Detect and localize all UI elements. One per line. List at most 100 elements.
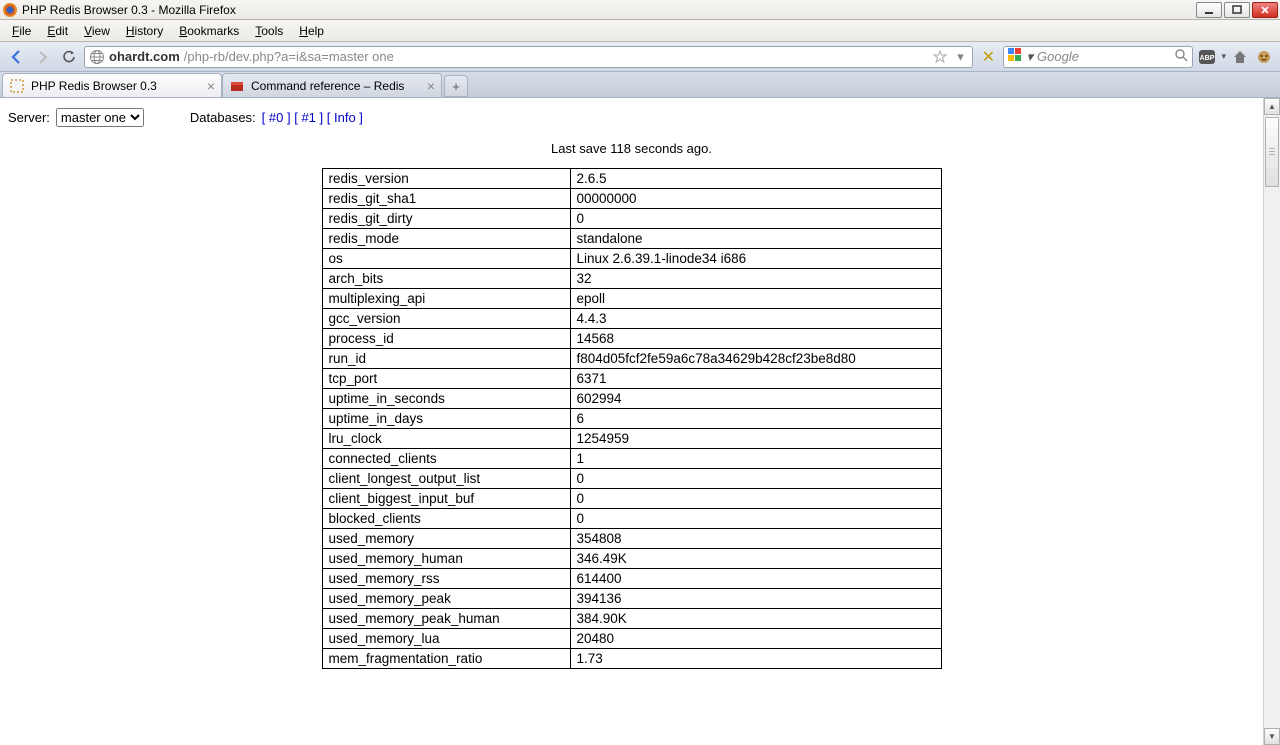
search-bar[interactable]: ▾ Google — [1003, 46, 1193, 68]
svg-text:ABP: ABP — [1200, 55, 1215, 62]
info-value: 0 — [570, 209, 941, 229]
table-row: redis_git_sha100000000 — [322, 189, 941, 209]
menu-history[interactable]: History — [118, 22, 171, 40]
info-key: client_longest_output_list — [322, 469, 570, 489]
table-row: process_id14568 — [322, 329, 941, 349]
info-key: used_memory_peak — [322, 589, 570, 609]
abp-dropdown-icon[interactable]: ▾ — [1221, 51, 1226, 62]
app-controls: Server: master one Databases: [ #0 ] [ #… — [8, 102, 1255, 137]
info-value: 20480 — [570, 629, 941, 649]
favicon-icon — [229, 78, 245, 94]
info-value: 602994 — [570, 389, 941, 409]
info-value: standalone — [570, 229, 941, 249]
db-link-2[interactable]: [ Info ] — [327, 110, 363, 125]
info-value: 6 — [570, 409, 941, 429]
info-key: mem_fragmentation_ratio — [322, 649, 570, 669]
info-value: 4.4.3 — [570, 309, 941, 329]
tab-close-icon[interactable]: × — [207, 78, 215, 94]
info-value: 00000000 — [570, 189, 941, 209]
info-key: used_memory — [322, 529, 570, 549]
info-value: 354808 — [570, 529, 941, 549]
info-value: 1254959 — [570, 429, 941, 449]
table-row: client_longest_output_list0 — [322, 469, 941, 489]
last-save-text: Last save 118 seconds ago. — [8, 141, 1255, 156]
info-key: os — [322, 249, 570, 269]
globe-icon — [89, 49, 105, 65]
close-button[interactable] — [1252, 2, 1278, 18]
info-key: redis_mode — [322, 229, 570, 249]
table-row: uptime_in_days6 — [322, 409, 941, 429]
vertical-scrollbar[interactable]: ▲ ▼ — [1263, 98, 1280, 745]
db-link-1[interactable]: [ #1 ] — [294, 110, 323, 125]
databases-label: Databases: — [190, 110, 256, 125]
info-key: run_id — [322, 349, 570, 369]
reload-button[interactable] — [58, 46, 80, 68]
search-icon[interactable] — [1175, 49, 1188, 65]
search-dropdown-icon[interactable]: ▾ — [1026, 49, 1033, 65]
tab-0[interactable]: PHP Redis Browser 0.3 × — [2, 73, 222, 97]
back-button[interactable] — [6, 46, 28, 68]
abp-icon[interactable]: ABP — [1197, 47, 1217, 67]
table-row: gcc_version4.4.3 — [322, 309, 941, 329]
menu-bookmarks[interactable]: Bookmarks — [171, 22, 247, 40]
scroll-up-button[interactable]: ▲ — [1264, 98, 1280, 115]
scroll-down-button[interactable]: ▼ — [1264, 728, 1280, 745]
server-label: Server: — [8, 110, 50, 125]
info-value: epoll — [570, 289, 941, 309]
info-key: used_memory_peak_human — [322, 609, 570, 629]
table-row: osLinux 2.6.39.1-linode34 i686 — [322, 249, 941, 269]
table-row: run_idf804d05fcf2fe59a6c78a34629b428cf23… — [322, 349, 941, 369]
table-row: used_memory_lua20480 — [322, 629, 941, 649]
stop-button[interactable]: ✕ — [977, 46, 999, 68]
favicon-icon — [9, 78, 25, 94]
server-select[interactable]: master one — [56, 108, 144, 127]
minimize-button[interactable] — [1196, 2, 1222, 18]
info-key: used_memory_rss — [322, 569, 570, 589]
new-tab-button[interactable]: + — [444, 75, 468, 97]
table-row: lru_clock1254959 — [322, 429, 941, 449]
info-value: 1.73 — [570, 649, 941, 669]
maximize-button[interactable] — [1224, 2, 1250, 18]
home-icon[interactable] — [1230, 47, 1250, 67]
menu-edit[interactable]: Edit — [39, 22, 76, 40]
db-link-0[interactable]: [ #0 ] — [262, 110, 291, 125]
table-row: used_memory_peak394136 — [322, 589, 941, 609]
scroll-thumb[interactable] — [1265, 117, 1279, 187]
table-row: redis_modestandalone — [322, 229, 941, 249]
monkey-icon[interactable] — [1254, 47, 1274, 67]
menu-file[interactable]: File — [4, 22, 39, 40]
table-row: arch_bits32 — [322, 269, 941, 289]
info-key: connected_clients — [322, 449, 570, 469]
info-key: uptime_in_seconds — [322, 389, 570, 409]
menu-help[interactable]: Help — [291, 22, 332, 40]
info-key: redis_version — [322, 169, 570, 189]
info-value: 1 — [570, 449, 941, 469]
info-value: 614400 — [570, 569, 941, 589]
tab-close-icon[interactable]: × — [427, 78, 435, 94]
menu-view[interactable]: View — [76, 22, 118, 40]
window-title: PHP Redis Browser 0.3 - Mozilla Firefox — [22, 3, 236, 17]
titlebar: PHP Redis Browser 0.3 - Mozilla Firefox — [0, 0, 1280, 20]
info-key: used_memory_lua — [322, 629, 570, 649]
url-domain: ohardt.com — [109, 49, 180, 64]
info-key: uptime_in_days — [322, 409, 570, 429]
info-value: 346.49K — [570, 549, 941, 569]
tab-strip: PHP Redis Browser 0.3×Command reference … — [0, 72, 1280, 98]
info-value: 394136 — [570, 589, 941, 609]
info-value: 0 — [570, 469, 941, 489]
info-value: 384.90K — [570, 609, 941, 629]
forward-button[interactable] — [32, 46, 54, 68]
dropdown-icon[interactable]: ▾ — [952, 49, 968, 65]
info-key: redis_git_sha1 — [322, 189, 570, 209]
table-row: redis_git_dirty0 — [322, 209, 941, 229]
tab-1[interactable]: Command reference – Redis× — [222, 73, 442, 97]
table-row: client_biggest_input_buf0 — [322, 489, 941, 509]
info-key: process_id — [322, 329, 570, 349]
tab-title: PHP Redis Browser 0.3 — [31, 79, 157, 93]
info-value: 32 — [570, 269, 941, 289]
url-bar[interactable]: ohardt.com/php-rb/dev.php?a=i&sa=master … — [84, 46, 973, 68]
bookmark-star-icon[interactable] — [932, 49, 948, 65]
firefox-icon — [2, 2, 18, 18]
menu-tools[interactable]: Tools — [247, 22, 291, 40]
info-key: multiplexing_api — [322, 289, 570, 309]
